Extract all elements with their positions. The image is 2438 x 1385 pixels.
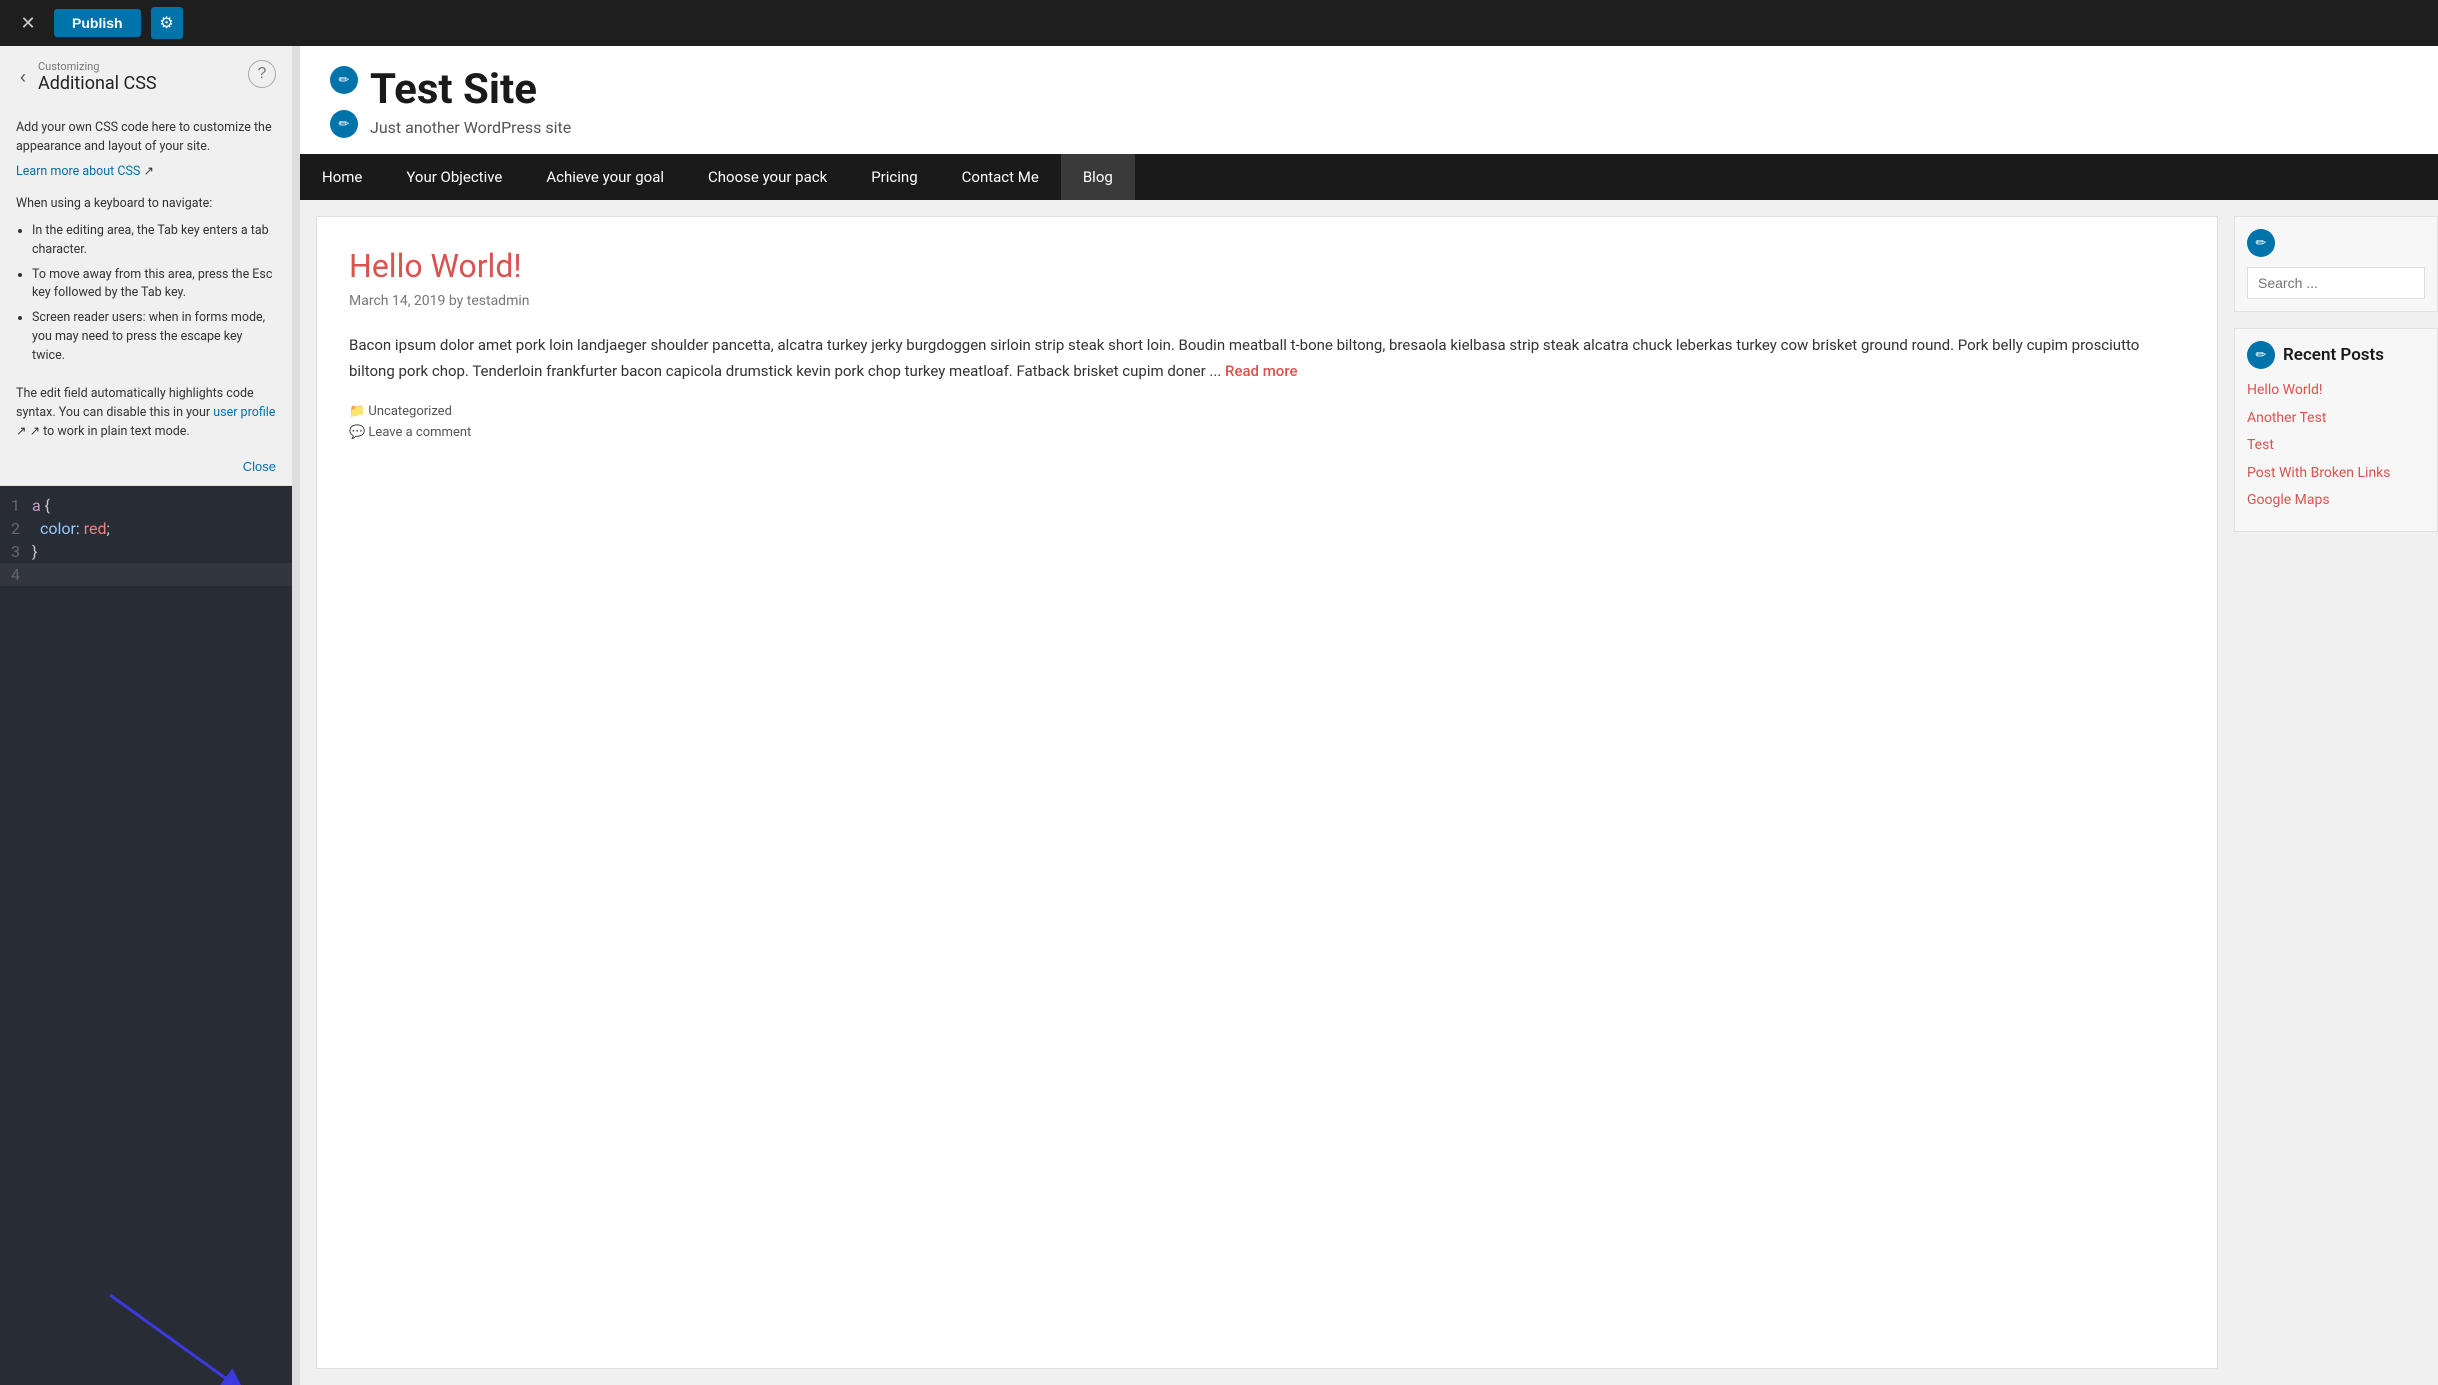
title-pencil-icon[interactable]: ✏ xyxy=(330,66,358,94)
nav-item-objective[interactable]: Your Objective xyxy=(384,154,524,200)
line-number: 4 xyxy=(0,565,32,584)
recent-post-link-4[interactable]: Post With Broken Links xyxy=(2247,464,2425,484)
recent-posts-pencil-icon[interactable]: ✏ xyxy=(2247,341,2275,369)
keyboard-nav-title: When using a keyboard to navigate: xyxy=(16,195,276,214)
line-content xyxy=(32,565,36,584)
main-content: Hello World! March 14, 2019 by testadmin… xyxy=(316,216,2218,1369)
list-item: In the editing area, the Tab key enters … xyxy=(32,222,276,260)
sidebar-title-block: Customizing Additional CSS xyxy=(38,60,157,94)
sidebar-outer: ‹ Customizing Additional CSS ? Add your … xyxy=(0,46,300,1385)
content-area: Hello World! March 14, 2019 by testadmin… xyxy=(300,200,2438,1385)
close-button[interactable]: ✕ xyxy=(12,7,44,39)
preview-pane: ✏ ✏ Test Site Just another WordPress sit… xyxy=(300,46,2438,1385)
search-widget-header: ✏ xyxy=(2247,229,2425,257)
site-tagline: Just another WordPress site xyxy=(370,118,571,137)
external-link-icon: ↗ xyxy=(16,424,26,439)
nav-item-home[interactable]: Home xyxy=(300,154,384,200)
user-profile-link[interactable]: user profile xyxy=(213,405,275,420)
recent-post-link-1[interactable]: Hello World! xyxy=(2247,381,2425,401)
code-line-3: 3 } xyxy=(0,540,292,563)
recent-post-link-2[interactable]: Another Test xyxy=(2247,409,2425,429)
site-header: ✏ ✏ Test Site Just another WordPress sit… xyxy=(300,46,2438,154)
top-bar: ✕ Publish ⚙ xyxy=(0,0,2438,46)
nav-item-contact[interactable]: Contact Me xyxy=(940,154,1061,200)
list-item: Screen reader users: when in forms mode,… xyxy=(32,309,276,365)
search-pencil-icon[interactable]: ✏ xyxy=(2247,229,2275,257)
sidebar-page-title: Additional CSS xyxy=(38,73,157,94)
nav-item-pricing[interactable]: Pricing xyxy=(849,154,939,200)
search-input[interactable] xyxy=(2247,267,2425,299)
tagline-pencil-icon[interactable]: ✏ xyxy=(330,110,358,138)
right-sidebar: ✏ ✏ Recent Posts Hello World! Another Te… xyxy=(2218,200,2438,1385)
post-footer: 📁 Uncategorized 💬 Leave a comment xyxy=(349,404,2185,440)
close-link-row: Close xyxy=(0,456,292,485)
nav-item-pack[interactable]: Choose your pack xyxy=(686,154,849,200)
sidebar: ‹ Customizing Additional CSS ? Add your … xyxy=(0,46,292,1385)
comment-link[interactable]: Leave a comment xyxy=(368,425,471,440)
sidebar-info-text: Add your own CSS code here to customize … xyxy=(16,119,276,157)
nav-item-achieve[interactable]: Achieve your goal xyxy=(524,154,686,200)
read-more-link[interactable]: Read more xyxy=(1225,362,1298,380)
back-button[interactable]: ‹ xyxy=(16,67,30,88)
recent-posts-title: Recent Posts xyxy=(2283,345,2384,365)
edit-field-note-text-2: ↗ to work in plain text mode. xyxy=(26,424,189,439)
close-link[interactable]: Close xyxy=(243,459,276,474)
sidebar-header: ‹ Customizing Additional CSS ? xyxy=(0,46,292,105)
code-line-1: 1 a { xyxy=(0,494,292,517)
category-link[interactable]: Uncategorized xyxy=(368,404,451,419)
search-widget: ✏ xyxy=(2234,216,2438,312)
site-header-text: Test Site Just another WordPress site xyxy=(370,67,571,136)
learn-more-row: Learn more about CSS ↗ xyxy=(16,163,276,182)
recent-post-link-5[interactable]: Google Maps xyxy=(2247,491,2425,511)
line-content: } xyxy=(32,542,37,561)
line-content: color: red; xyxy=(32,519,110,538)
sidebar-info: Add your own CSS code here to customize … xyxy=(0,105,292,195)
arrow-annotation xyxy=(40,1285,260,1385)
line-number: 3 xyxy=(0,542,32,561)
line-number: 1 xyxy=(0,496,32,515)
post-title: Hello World! xyxy=(349,247,2185,285)
sidebar-scrollbar[interactable] xyxy=(292,46,300,1385)
sidebar-header-left: ‹ Customizing Additional CSS xyxy=(16,60,157,94)
post-excerpt: Bacon ipsum dolor amet pork loin landjae… xyxy=(349,333,2185,384)
keyboard-nav-list: In the editing area, the Tab key enters … xyxy=(16,222,276,365)
help-button[interactable]: ? xyxy=(248,60,276,88)
post-category: 📁 Uncategorized xyxy=(349,404,2185,419)
settings-button[interactable]: ⚙ xyxy=(151,7,183,39)
list-item: To move away from this area, press the E… xyxy=(32,266,276,304)
site-title: Test Site xyxy=(370,67,571,113)
recent-post-link-3[interactable]: Test xyxy=(2247,436,2425,456)
main-layout: ‹ Customizing Additional CSS ? Add your … xyxy=(0,46,2438,1385)
recent-posts-header: ✏ Recent Posts xyxy=(2247,341,2425,369)
line-content: a { xyxy=(32,496,50,515)
external-icon: ↗ xyxy=(143,164,153,179)
customizing-label: Customizing xyxy=(38,60,157,73)
post-comment: 💬 Leave a comment xyxy=(349,425,2185,440)
code-line-2: 2 color: red; xyxy=(0,517,292,540)
code-editor-section[interactable]: 1 a { 2 color: red; 3 } xyxy=(0,485,292,1385)
code-lines: 1 a { 2 color: red; 3 } xyxy=(0,486,292,1286)
edit-field-note: The edit field automatically highlights … xyxy=(0,385,292,455)
keyboard-nav-section: When using a keyboard to navigate: In th… xyxy=(0,195,292,385)
line-number: 2 xyxy=(0,519,32,538)
post-meta: March 14, 2019 by testadmin xyxy=(349,293,2185,309)
code-line-4: 4 xyxy=(0,563,292,586)
header-icons-col: ✏ ✏ xyxy=(330,66,358,138)
site-nav: Home Your Objective Achieve your goal Ch… xyxy=(300,154,2438,200)
recent-posts-widget: ✏ Recent Posts Hello World! Another Test… xyxy=(2234,328,2438,532)
publish-button[interactable]: Publish xyxy=(54,9,141,37)
learn-more-link[interactable]: Learn more about CSS xyxy=(16,164,140,179)
nav-item-blog[interactable]: Blog xyxy=(1061,154,1135,200)
